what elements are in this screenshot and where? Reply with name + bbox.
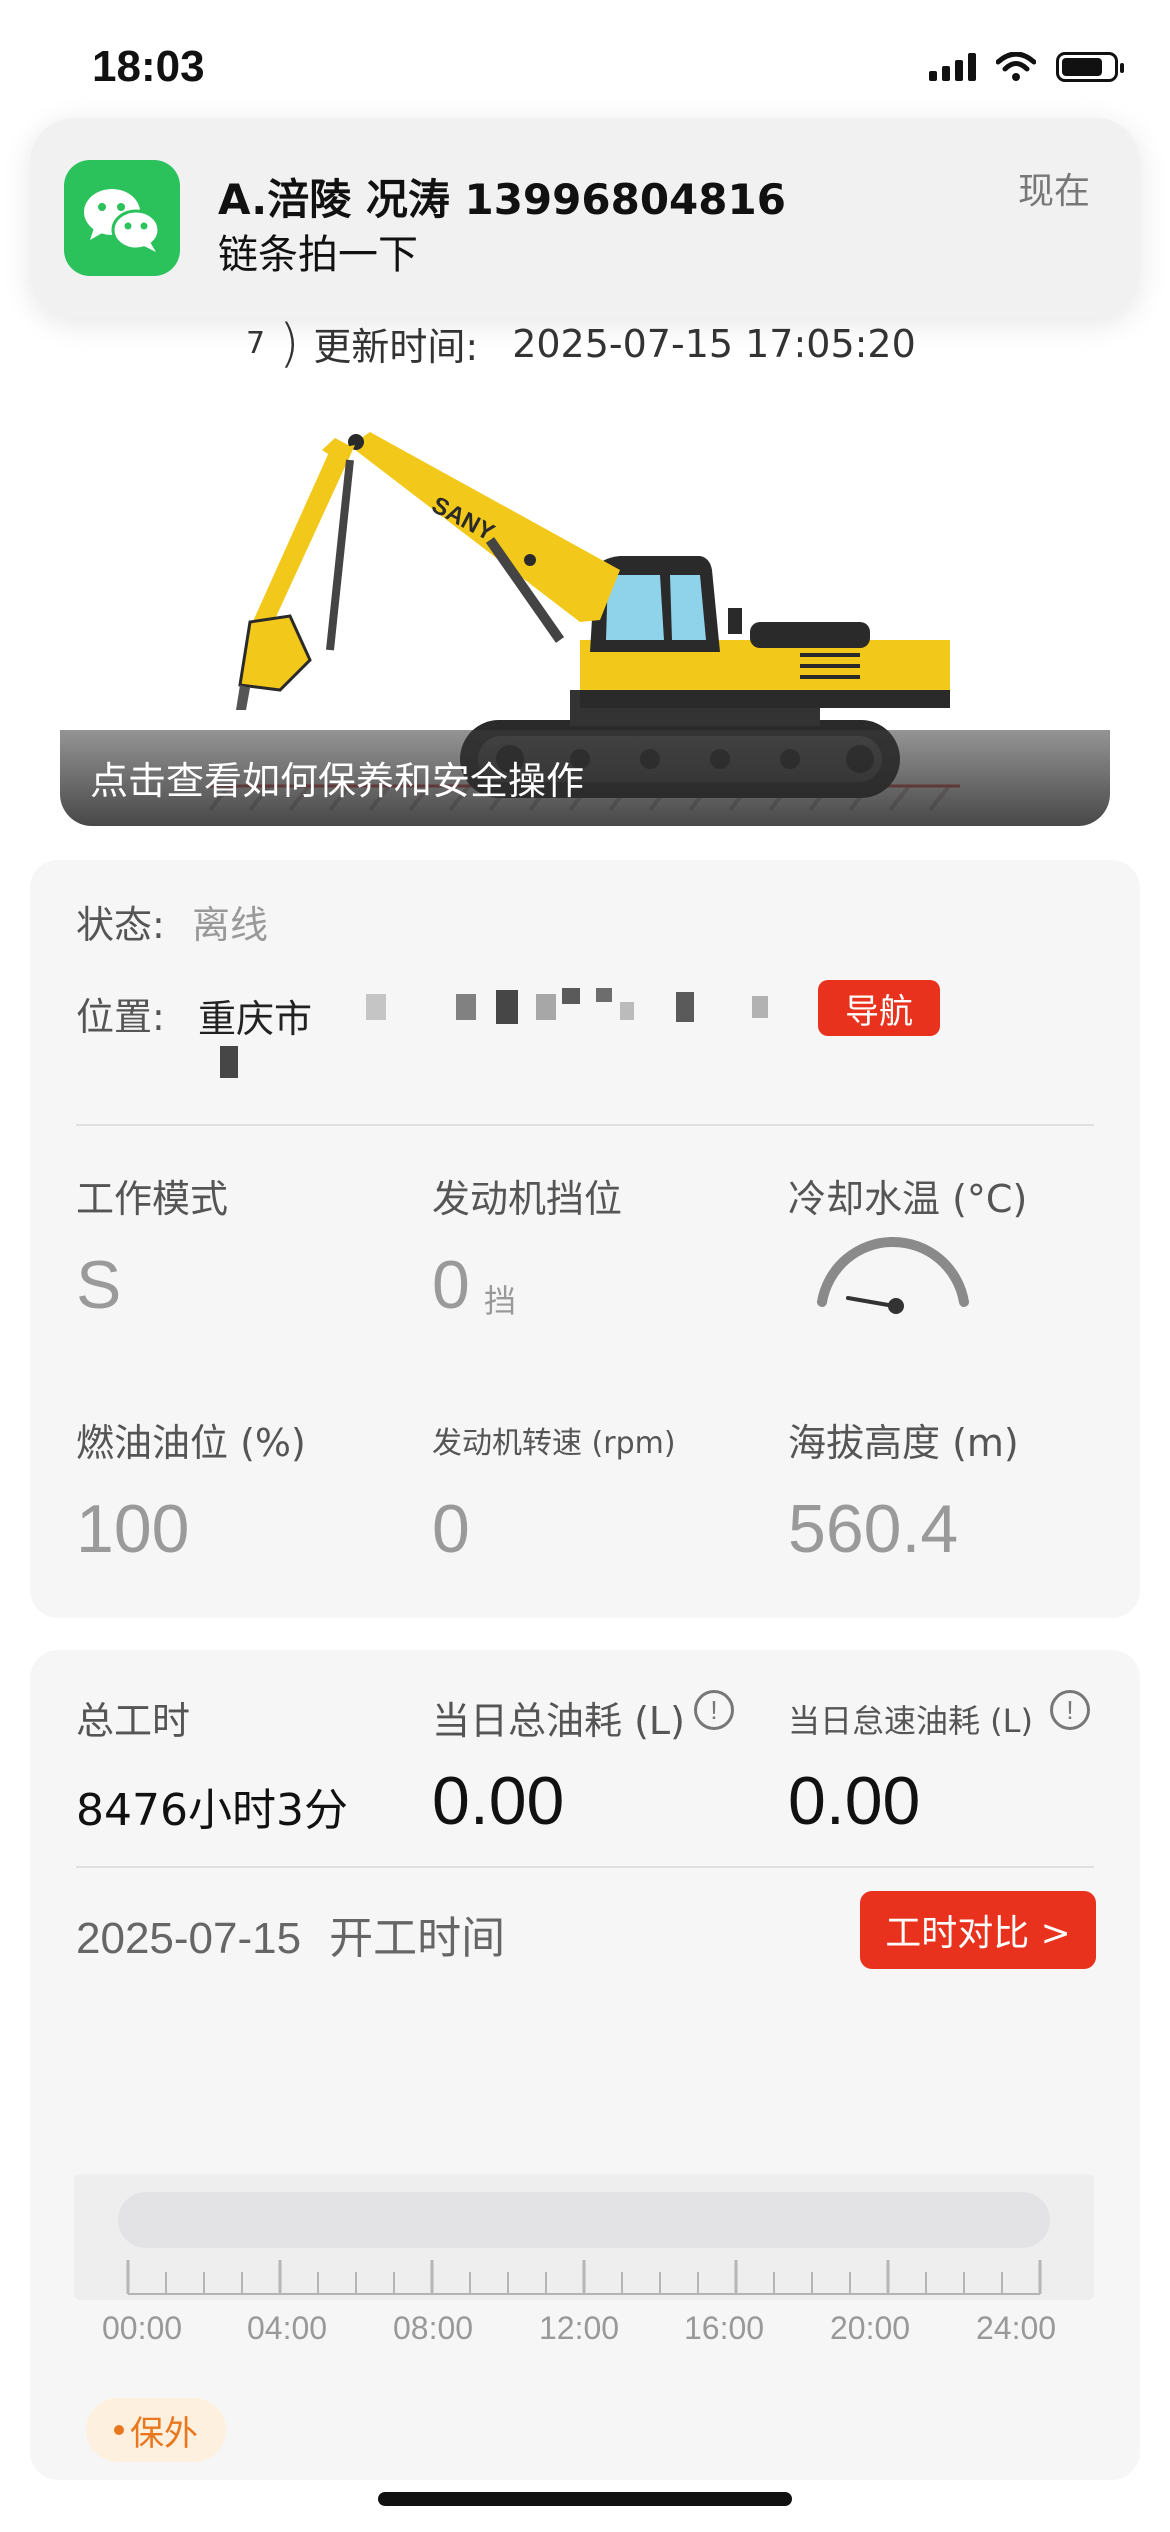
navigate-button[interactable]: 导航 xyxy=(818,980,940,1036)
status-value: 离线 xyxy=(192,903,269,947)
fuel-level-value: 100 xyxy=(76,1491,190,1567)
altitude-value: 560.4 xyxy=(788,1491,959,1567)
location-value: 重庆市 xyxy=(198,997,313,1041)
update-prefix: 7 xyxy=(246,326,266,361)
update-time-row: 7 ) 更新时间: 2025-07-15 17:05:20 xyxy=(246,316,916,371)
location-label: 位置: xyxy=(76,995,165,1039)
wechat-icon xyxy=(64,160,180,276)
notification-title: A.涪陵 况涛 13996804816 xyxy=(218,175,786,224)
notification-body: 链条拍一下 xyxy=(218,232,418,278)
engine-gear-label: 发动机挡位 xyxy=(432,1177,623,1221)
tick-label: 08:00 xyxy=(393,2310,474,2346)
total-hours-value: 8476小时3分 xyxy=(76,1785,348,1836)
work-date: 2025-07-15 xyxy=(76,1914,302,1963)
daily-fuel-value: 0.00 xyxy=(432,1763,565,1839)
tick-label: 12:00 xyxy=(539,2310,620,2346)
engine-rpm-value: 0 xyxy=(432,1491,470,1567)
fuel-level-label: 燃油油位 (%) xyxy=(76,1421,306,1465)
work-start-label: 开工时间 xyxy=(329,1913,506,1964)
status-label: 状态: xyxy=(76,903,165,947)
timeline-ticks xyxy=(126,2260,1042,2295)
tick-label: 04:00 xyxy=(247,2310,328,2346)
tick-label: 16:00 xyxy=(684,2310,765,2346)
warranty-status-label: 保外 xyxy=(130,2413,198,2454)
status-bar-icons xyxy=(929,52,1124,82)
engine-gear-value: 0 xyxy=(432,1247,470,1323)
battery-icon xyxy=(1056,52,1124,82)
altitude-label: 海拔高度 (m) xyxy=(788,1421,1019,1465)
update-time-label: 更新时间: xyxy=(313,325,479,369)
tick-label: 20:00 xyxy=(830,2310,911,2346)
status-bar-time: 18:03 xyxy=(92,42,205,91)
notification-time: 现在 xyxy=(1017,171,1090,212)
status-dot xyxy=(114,2425,124,2435)
coolant-temp-label: 冷却水温 (°C) xyxy=(788,1177,1028,1221)
wifi-icon xyxy=(996,52,1036,81)
work-mode-label: 工作模式 xyxy=(76,1177,229,1221)
home-indicator[interactable] xyxy=(378,2492,792,2506)
work-date-row: 2025-07-15 开工时间 xyxy=(76,1902,505,1966)
idle-fuel-label: 当日怠速油耗 (L) xyxy=(788,1702,1033,1740)
paren-glyph: ) xyxy=(279,313,300,374)
daily-fuel-info-icon[interactable]: ! xyxy=(694,1690,734,1730)
timeline-track xyxy=(118,2192,1050,2248)
wechat-notification[interactable]: A.涪陵 况涛 13996804816 链条拍一下 现在 xyxy=(30,118,1140,318)
card-divider xyxy=(76,1866,1094,1868)
redacted-address xyxy=(220,988,800,1088)
tick-label: 24:00 xyxy=(976,2310,1057,2346)
card-divider xyxy=(76,1124,1094,1126)
work-hours-compare-button[interactable]: 工时对比 > xyxy=(860,1891,1096,1969)
engine-gear-unit: 挡 xyxy=(484,1282,517,1320)
coolant-gauge-icon xyxy=(808,1236,978,1320)
idle-fuel-info-icon[interactable]: ! xyxy=(1050,1690,1090,1730)
tick-label: 00:00 xyxy=(102,2310,183,2346)
update-time-value: 2025-07-15 17:05:20 xyxy=(512,321,916,366)
engine-rpm-label: 发动机转速 (rpm) xyxy=(432,1426,676,1461)
signal-icon xyxy=(929,53,976,81)
idle-fuel-value: 0.00 xyxy=(788,1763,921,1839)
maintenance-guide-caption[interactable]: 点击查看如何保养和安全操作 xyxy=(60,730,1110,826)
daily-fuel-label: 当日总油耗 (L) xyxy=(432,1699,685,1743)
total-hours-label: 总工时 xyxy=(76,1699,191,1743)
work-mode-value: S xyxy=(76,1247,122,1323)
warranty-status-badge: 保外 xyxy=(86,2398,226,2462)
